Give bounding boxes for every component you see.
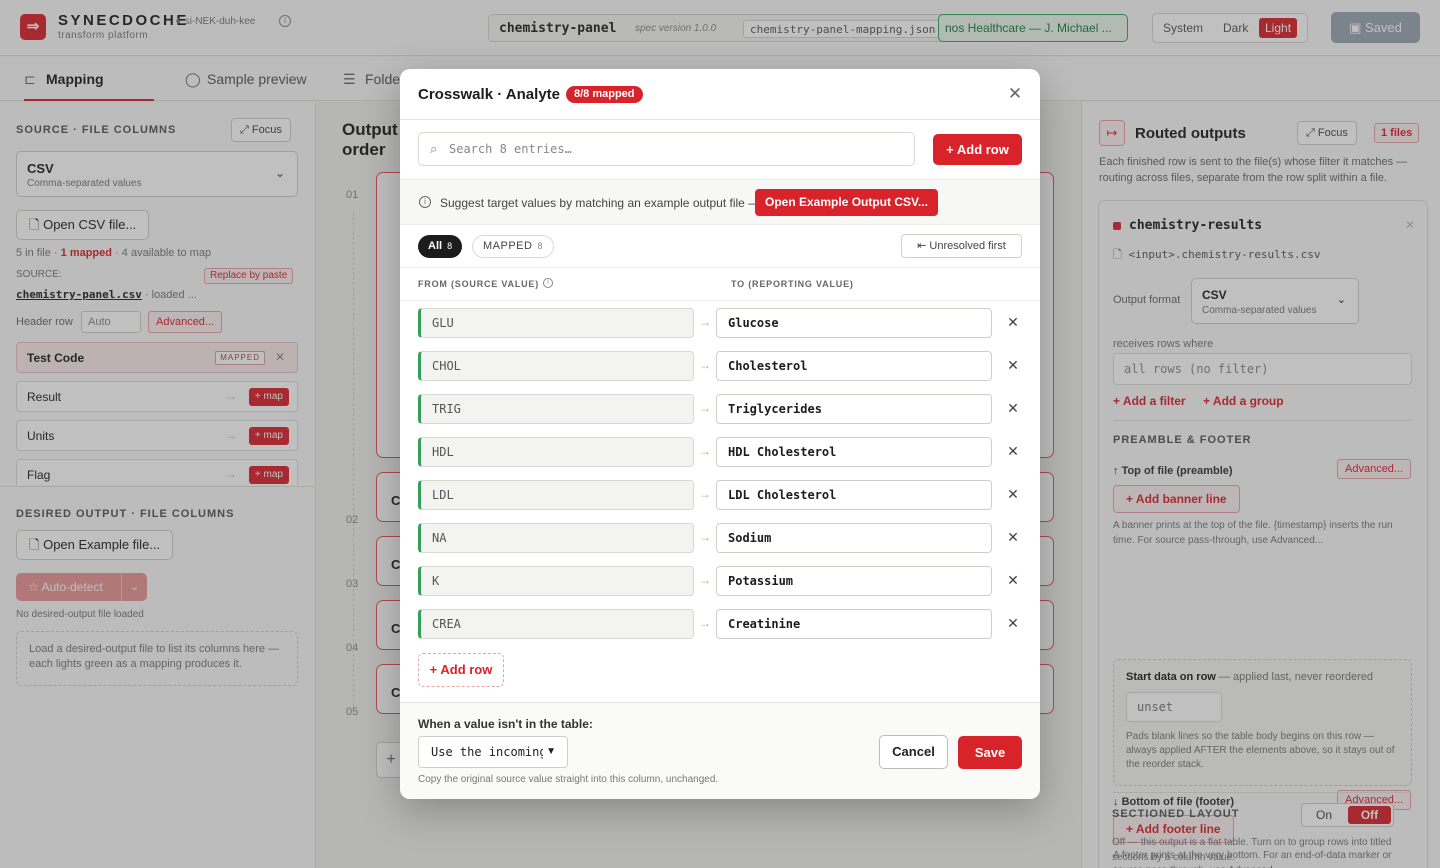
- close-icon[interactable]: ✕: [1004, 528, 1022, 546]
- reporting-value[interactable]: Potassium: [716, 566, 992, 596]
- reporting-value[interactable]: Triglycerides: [716, 394, 992, 424]
- close-icon[interactable]: ✕: [1004, 571, 1022, 589]
- crosswalk-row: TRIG → Triglycerides ✕: [418, 394, 1024, 424]
- search-input[interactable]: [449, 139, 899, 159]
- close-icon[interactable]: ✕: [1004, 313, 1022, 331]
- arrow-right-icon: →: [699, 358, 711, 372]
- source-value[interactable]: TRIG: [418, 394, 694, 424]
- mapped-badge: 8/8 mapped: [566, 86, 643, 103]
- reporting-value[interactable]: HDL Cholesterol: [716, 437, 992, 467]
- col-to: TO (REPORTING VALUE): [731, 279, 854, 289]
- crosswalk-row: CHOL → Cholesterol ✕: [418, 351, 1024, 381]
- reporting-value[interactable]: Creatinine: [716, 609, 992, 639]
- add-row-button[interactable]: + Add row: [933, 134, 1022, 165]
- add-row-bottom-button[interactable]: + Add row: [418, 653, 504, 687]
- crosswalk-row: NA → Sodium ✕: [418, 523, 1024, 553]
- modal-title: Crosswalk · Analyte: [418, 86, 560, 103]
- close-icon[interactable]: ✕: [1006, 85, 1024, 103]
- column-header: FROM (SOURCE VALUE) i TO (REPORTING VALU…: [400, 269, 1040, 301]
- info-icon[interactable]: i: [543, 278, 553, 288]
- suggest-text: Suggest target values by matching an exa…: [440, 196, 761, 210]
- close-icon[interactable]: ✕: [1004, 442, 1022, 460]
- crosswalk-modal: Crosswalk · Analyte 8/8 mapped ✕ ⌕ + Add…: [400, 69, 1040, 799]
- source-value[interactable]: LDL: [418, 480, 694, 510]
- fallback-select[interactable]: Use the incoming value ▼: [418, 736, 568, 768]
- source-value[interactable]: GLU: [418, 308, 694, 338]
- reporting-value[interactable]: Cholesterol: [716, 351, 992, 381]
- crosswalk-row: CREA → Creatinine ✕: [418, 609, 1024, 639]
- fallback-help: Copy the original source value straight …: [418, 774, 719, 785]
- source-value[interactable]: CHOL: [418, 351, 694, 381]
- crosswalk-row: HDL → HDL Cholesterol ✕: [418, 437, 1024, 467]
- reporting-value[interactable]: LDL Cholesterol: [716, 480, 992, 510]
- filter-all[interactable]: All 8: [418, 235, 463, 258]
- info-icon: i: [419, 196, 431, 208]
- arrow-right-icon: →: [699, 573, 711, 587]
- chevron-down-icon: ▼: [546, 746, 556, 757]
- cancel-button[interactable]: Cancel: [879, 735, 948, 769]
- crosswalk-row: GLU → Glucose ✕: [418, 308, 1024, 338]
- arrow-right-icon: →: [699, 444, 711, 458]
- source-value[interactable]: CREA: [418, 609, 694, 639]
- open-example-output-button[interactable]: Open Example Output CSV...: [755, 189, 938, 216]
- save-button[interactable]: Save: [958, 736, 1022, 769]
- col-from: FROM (SOURCE VALUE): [418, 279, 540, 289]
- unresolved-first-button[interactable]: ⇤ Unresolved first: [901, 234, 1022, 258]
- filter-bar: All 8 MAPPED 8 ⇤ Unresolved first: [400, 226, 1040, 268]
- suggest-banner: i Suggest target values by matching an e…: [400, 179, 1040, 225]
- modal-header: Crosswalk · Analyte 8/8 mapped ✕: [400, 69, 1040, 120]
- search-box: ⌕: [418, 132, 915, 166]
- close-icon[interactable]: ✕: [1004, 485, 1022, 503]
- fallback-label: When a value isn't in the table:: [418, 717, 593, 731]
- crosswalk-row: K → Potassium ✕: [418, 566, 1024, 596]
- modal-footer: When a value isn't in the table: Use the…: [400, 702, 1040, 799]
- close-icon[interactable]: ✕: [1004, 399, 1022, 417]
- arrow-right-icon: →: [699, 315, 711, 329]
- crosswalk-row: LDL → LDL Cholesterol ✕: [418, 480, 1024, 510]
- source-value[interactable]: HDL: [418, 437, 694, 467]
- source-value[interactable]: NA: [418, 523, 694, 553]
- search-icon: ⌕: [430, 141, 438, 156]
- close-icon[interactable]: ✕: [1004, 614, 1022, 632]
- arrow-right-icon: →: [699, 530, 711, 544]
- reporting-value[interactable]: Glucose: [716, 308, 992, 338]
- close-icon[interactable]: ✕: [1004, 356, 1022, 374]
- arrow-right-icon: →: [699, 487, 711, 501]
- source-value[interactable]: K: [418, 566, 694, 596]
- sort-icon: ⇤: [917, 240, 927, 252]
- arrow-right-icon: →: [699, 401, 711, 415]
- arrow-right-icon: →: [699, 616, 711, 630]
- filter-mapped[interactable]: MAPPED 8: [472, 235, 554, 258]
- reporting-value[interactable]: Sodium: [716, 523, 992, 553]
- fallback-value: Use the incoming value: [431, 745, 543, 759]
